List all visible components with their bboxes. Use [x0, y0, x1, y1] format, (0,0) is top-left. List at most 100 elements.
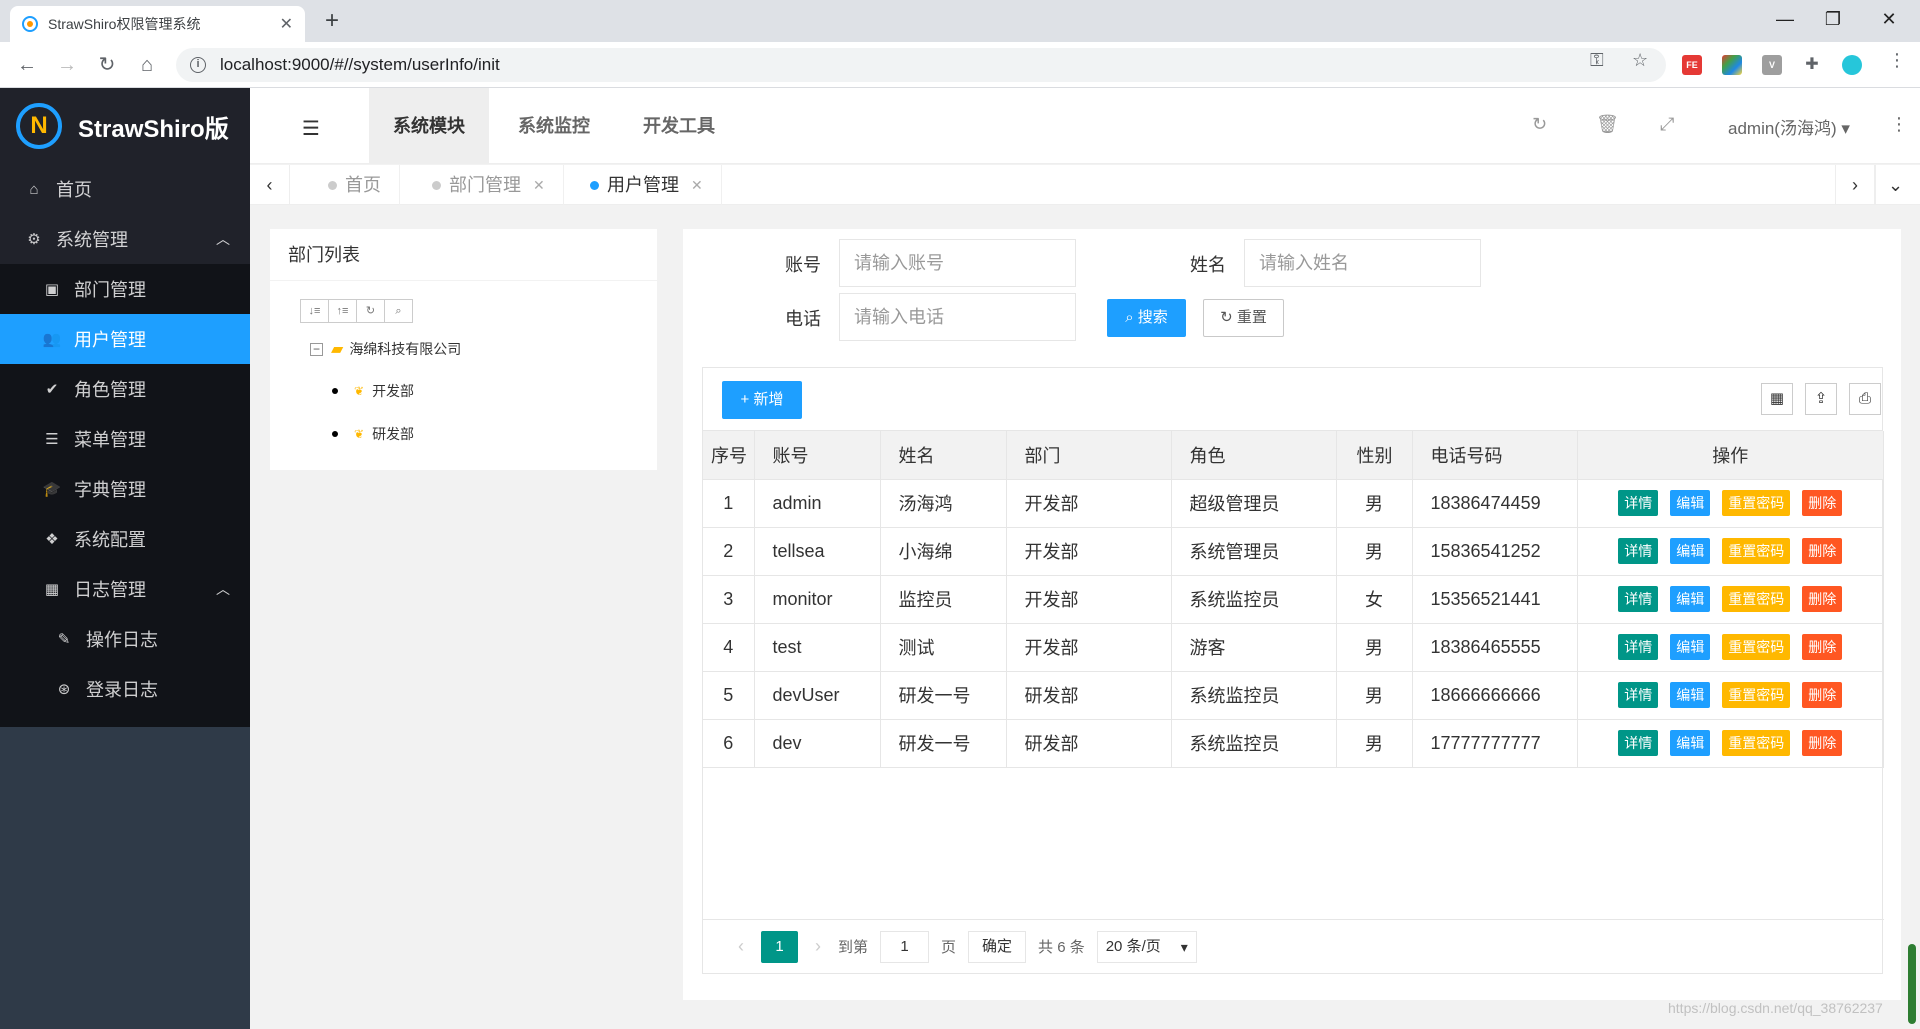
- close-window-icon[interactable]: ✕: [1866, 4, 1912, 34]
- export-icon[interactable]: ⇪: [1805, 383, 1837, 415]
- name-input[interactable]: 请输入姓名: [1244, 239, 1481, 287]
- sidebar-item-dict[interactable]: 🎓 字典管理: [0, 464, 250, 514]
- detail-button[interactable]: 详情: [1618, 490, 1659, 516]
- forward-icon[interactable]: →: [52, 50, 82, 80]
- user-menu[interactable]: admin(汤海鸿) ▾: [1728, 114, 1850, 139]
- key-icon[interactable]: ⚿: [1590, 50, 1604, 71]
- detail-button[interactable]: 详情: [1618, 634, 1659, 660]
- sidebar-item-home[interactable]: ⌂ 首页: [0, 164, 250, 214]
- delete-button[interactable]: 删除: [1802, 586, 1843, 612]
- header-tab-system-monitor[interactable]: 系统监控: [494, 88, 614, 164]
- address-bar[interactable]: i localhost:9000/#//system/userInfo/init: [176, 48, 1666, 82]
- page-size-select[interactable]: 20 条/页: [1096, 930, 1197, 963]
- delete-button[interactable]: 删除: [1802, 730, 1843, 756]
- detail-button[interactable]: 详情: [1618, 538, 1659, 564]
- reset-password-button[interactable]: 重置密码: [1722, 586, 1791, 612]
- trash-icon[interactable]: 🗑: [1596, 114, 1619, 135]
- account-input[interactable]: 请输入账号: [839, 239, 1076, 287]
- delete-button[interactable]: 删除: [1802, 634, 1843, 660]
- print-icon[interactable]: ⎙: [1849, 383, 1881, 415]
- add-user-button[interactable]: + 新增: [722, 381, 802, 419]
- goto-page-input[interactable]: 1: [880, 930, 930, 963]
- bookmark-star-icon[interactable]: ☆: [1632, 50, 1648, 71]
- top-header: ☰ 系统模块 系统监控 开发工具 ↻ 🗑 ⤢ admin(汤海鸿) ▾ ⋮: [250, 88, 1920, 164]
- header-tab-dev-tools[interactable]: 开发工具: [619, 88, 739, 164]
- phone-input[interactable]: 请输入电话: [839, 293, 1076, 341]
- sidebar-item-menu[interactable]: ☰ 菜单管理: [0, 414, 250, 464]
- sidebar-item-system[interactable]: ⚙ 系统管理 ︿: [0, 214, 250, 264]
- page-scrollbar[interactable]: [1908, 944, 1916, 1024]
- sidebar-item-oplog[interactable]: ✎ 操作日志: [0, 614, 250, 664]
- edit-button[interactable]: 编辑: [1670, 634, 1711, 660]
- columns-filter-icon[interactable]: ▦: [1761, 383, 1793, 415]
- next-page-icon[interactable]: ›: [798, 936, 838, 957]
- sidebar-item-log[interactable]: ▦ 日志管理 ︿: [0, 564, 250, 614]
- refresh-icon[interactable]: ↻: [1532, 114, 1547, 135]
- tree-refresh-icon[interactable]: ↻: [356, 299, 385, 323]
- reset-password-button[interactable]: 重置密码: [1722, 490, 1791, 516]
- tree-search-icon[interactable]: ⌕: [384, 299, 413, 323]
- home-icon[interactable]: ⌂: [132, 50, 162, 80]
- sidebar-item-label: 首页: [56, 180, 92, 200]
- cell-role: 系统管理员: [1171, 527, 1337, 576]
- restore-icon[interactable]: ❐: [1810, 4, 1856, 34]
- tabs-scroll-right-icon[interactable]: ›: [1835, 165, 1875, 205]
- reset-button[interactable]: ↻ 重置: [1203, 299, 1284, 337]
- search-button[interactable]: ⌕ 搜索: [1107, 299, 1186, 337]
- page-tab-user[interactable]: 用户管理 ✕: [572, 165, 722, 205]
- tree-node-root[interactable]: − ▰ 海绵科技有限公司: [310, 339, 461, 359]
- current-page[interactable]: 1: [761, 930, 798, 963]
- reset-password-button[interactable]: 重置密码: [1722, 682, 1791, 708]
- color-extension-icon[interactable]: [1722, 55, 1742, 75]
- site-info-icon[interactable]: i: [190, 57, 206, 73]
- edit-button[interactable]: 编辑: [1670, 682, 1711, 708]
- prev-page-icon[interactable]: ‹: [721, 936, 761, 957]
- edit-button[interactable]: 编辑: [1670, 538, 1711, 564]
- browser-tab[interactable]: StrawShiro权限管理系统 ✕: [10, 6, 305, 42]
- reset-password-button[interactable]: 重置密码: [1722, 538, 1791, 564]
- fullscreen-icon[interactable]: ⤢: [1660, 114, 1674, 135]
- tree-node-child[interactable]: ❦ 研发部: [332, 424, 414, 444]
- delete-button[interactable]: 删除: [1802, 682, 1843, 708]
- minimize-icon[interactable]: —: [1762, 4, 1808, 34]
- close-tab-icon[interactable]: ✕: [280, 14, 293, 34]
- collapse-all-icon[interactable]: ↑≡: [328, 299, 357, 323]
- delete-button[interactable]: 删除: [1802, 490, 1843, 516]
- detail-button[interactable]: 详情: [1618, 730, 1659, 756]
- close-tab-icon[interactable]: ✕: [691, 165, 703, 205]
- sidebar-item-loginlog[interactable]: ⊛ 登录日志: [0, 664, 250, 714]
- new-tab-button[interactable]: +: [325, 8, 339, 34]
- tabs-dropdown-icon[interactable]: ⌄: [1875, 165, 1915, 205]
- expand-all-icon[interactable]: ↓≡: [300, 299, 329, 323]
- reload-icon[interactable]: ↻: [92, 50, 122, 80]
- tabs-scroll-left-icon[interactable]: ‹: [250, 165, 290, 205]
- reset-password-button[interactable]: 重置密码: [1722, 634, 1791, 660]
- close-tab-icon[interactable]: ✕: [533, 165, 545, 205]
- edit-button[interactable]: 编辑: [1670, 490, 1711, 516]
- extensions-puzzle-icon[interactable]: ✚: [1802, 55, 1822, 75]
- profile-avatar-icon[interactable]: [1842, 55, 1862, 75]
- sidebar-item-user[interactable]: 👥 用户管理: [0, 314, 250, 364]
- edit-button[interactable]: 编辑: [1670, 730, 1711, 756]
- sidebar-item-dept[interactable]: ▣ 部门管理: [0, 264, 250, 314]
- pen-icon: ✎: [57, 631, 71, 648]
- page-tab-dept[interactable]: 部门管理 ✕: [414, 165, 564, 205]
- header-tab-system-module[interactable]: 系统模块: [369, 88, 489, 164]
- tree-node-child[interactable]: ❦ 开发部: [332, 381, 414, 401]
- page-tab-home[interactable]: 首页: [310, 165, 400, 205]
- delete-button[interactable]: 删除: [1802, 538, 1843, 564]
- collapse-menu-icon[interactable]: ☰: [302, 116, 320, 141]
- more-vertical-icon[interactable]: ⋮: [1890, 114, 1908, 135]
- goto-confirm-button[interactable]: 确定: [968, 930, 1027, 963]
- detail-button[interactable]: 详情: [1618, 682, 1659, 708]
- edit-button[interactable]: 编辑: [1670, 586, 1711, 612]
- detail-button[interactable]: 详情: [1618, 586, 1659, 612]
- sidebar-item-config[interactable]: ❖ 系统配置: [0, 514, 250, 564]
- fe-extension-icon[interactable]: FE: [1682, 55, 1702, 75]
- reset-password-button[interactable]: 重置密码: [1722, 730, 1791, 756]
- browser-menu-icon[interactable]: ⋮: [1888, 50, 1906, 71]
- back-icon[interactable]: ←: [12, 50, 42, 80]
- v-extension-icon[interactable]: V: [1762, 55, 1782, 75]
- collapse-node-icon[interactable]: −: [310, 342, 323, 356]
- sidebar-item-role[interactable]: ✔ 角色管理: [0, 364, 250, 414]
